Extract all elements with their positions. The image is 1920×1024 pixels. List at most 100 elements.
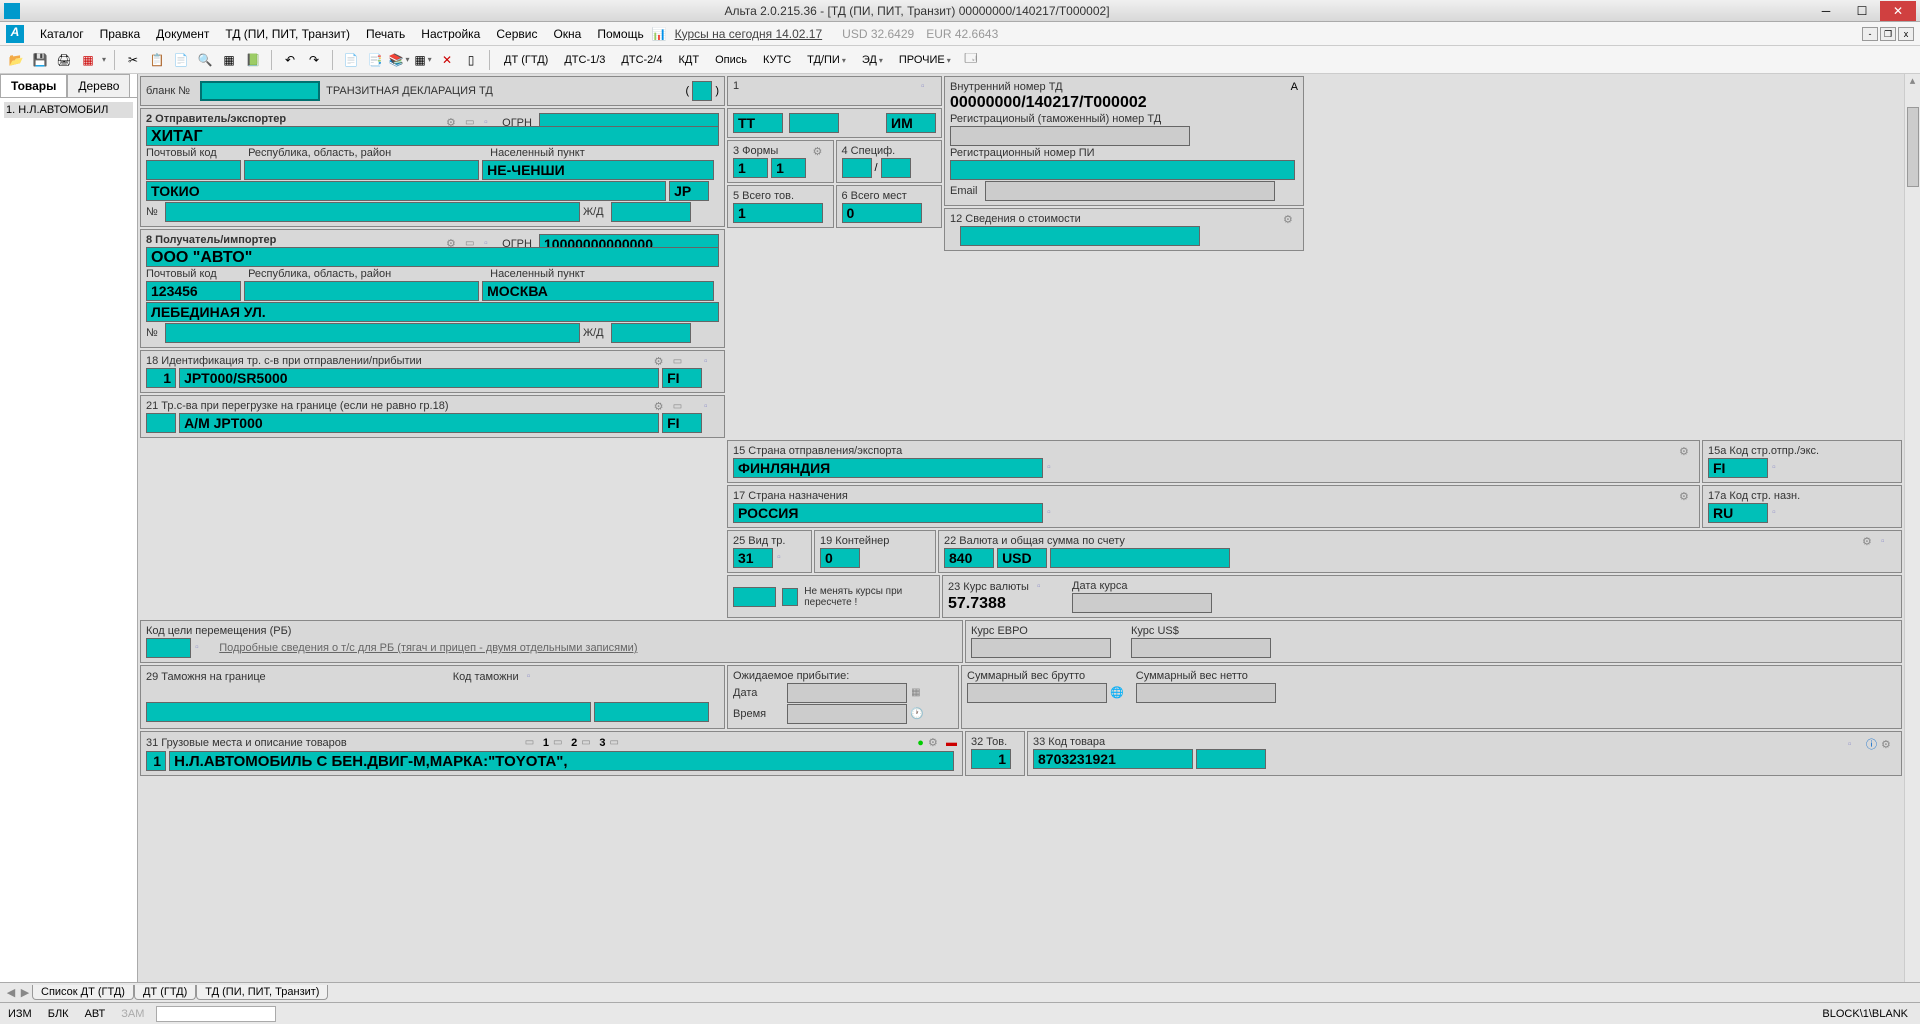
btn-kuts[interactable]: КУТС	[757, 54, 797, 66]
menu-catalog[interactable]: Каталог	[32, 27, 92, 41]
box4-a-field[interactable]	[842, 158, 872, 178]
reg-customs-field[interactable]	[950, 126, 1190, 146]
box15-val[interactable]: ФИНЛЯНДИЯ	[733, 458, 1043, 478]
calendar-icon[interactable]	[911, 686, 925, 700]
expected-date-field[interactable]	[787, 683, 907, 703]
btn-dts24[interactable]: ДТС-2/4	[615, 54, 668, 66]
box17a-val[interactable]: RU	[1708, 503, 1768, 523]
box25-val[interactable]: 31	[733, 548, 773, 568]
close-button[interactable]: ✕	[1880, 1, 1916, 21]
grid-icon[interactable]: ▦	[413, 50, 433, 70]
menu-windows[interactable]: Окна	[545, 27, 589, 41]
menu-help[interactable]: Помощь	[589, 27, 651, 41]
purpose-field[interactable]	[146, 638, 191, 658]
gear-icon[interactable]	[928, 736, 942, 750]
rate-date-field[interactable]	[1072, 593, 1212, 613]
rates-icon[interactable]: 📊	[652, 27, 667, 41]
menu-document[interactable]: Документ	[148, 27, 217, 41]
stack-icon[interactable]: ▯	[461, 50, 481, 70]
info-icon[interactable]: ⓘ	[1866, 739, 1877, 751]
btn-dt[interactable]: ДТ (ГТД)	[498, 54, 554, 66]
scrollbar-thumb[interactable]	[1907, 107, 1919, 187]
menu-service[interactable]: Сервис	[488, 27, 545, 41]
mdi-restore-button[interactable]: ❐	[1880, 27, 1896, 41]
box1-tt[interactable]: ТТ	[733, 113, 783, 133]
status-green-icon[interactable]: ●	[917, 737, 924, 749]
paste-icon[interactable]: 📄	[171, 50, 191, 70]
gear-icon[interactable]	[1881, 738, 1895, 752]
sender-region-field[interactable]	[244, 160, 479, 180]
rate-usd-field[interactable]	[1131, 638, 1271, 658]
box4-b-field[interactable]	[881, 158, 911, 178]
decl-paren-field[interactable]	[692, 81, 712, 101]
box15a-val[interactable]: FI	[1708, 458, 1768, 478]
redo-icon[interactable]: ↷	[304, 50, 324, 70]
box21-count-field[interactable]	[146, 413, 176, 433]
flag-icon[interactable]	[1772, 461, 1786, 475]
page-icon[interactable]	[673, 400, 687, 414]
box32-val[interactable]: 1	[971, 749, 1011, 769]
sender-num-field[interactable]	[165, 202, 580, 222]
flag-icon[interactable]	[527, 670, 541, 684]
box33-val[interactable]: 8703231921	[1033, 749, 1193, 769]
gear-icon[interactable]	[654, 355, 668, 369]
cut-icon[interactable]: ✂	[123, 50, 143, 70]
flag-icon[interactable]	[777, 551, 791, 565]
flag-icon[interactable]	[1772, 506, 1786, 520]
flag-icon[interactable]	[1848, 738, 1862, 752]
box29-code-field[interactable]	[594, 702, 709, 722]
recv-street[interactable]: ЛЕБЕДИНАЯ УЛ.	[146, 302, 719, 322]
recv-zhd-field[interactable]	[611, 323, 691, 343]
sender-postal-field[interactable]	[146, 160, 241, 180]
table-icon[interactable]: ▦	[219, 50, 239, 70]
gear-icon[interactable]	[1679, 490, 1693, 504]
btn-kdt[interactable]: КДТ	[672, 54, 705, 66]
maximize-button[interactable]: ☐	[1844, 1, 1880, 21]
btab-td[interactable]: ТД (ПИ, ПИТ, Транзит)	[196, 985, 328, 1000]
save-icon[interactable]: 💾	[30, 50, 50, 70]
menu-edit[interactable]: Правка	[92, 27, 149, 41]
menu-settings[interactable]: Настройка	[413, 27, 488, 41]
flag-icon[interactable]	[1047, 461, 1061, 475]
rate-eur-field[interactable]	[971, 638, 1111, 658]
blank-field[interactable]	[200, 81, 320, 101]
flag-icon[interactable]	[704, 355, 718, 369]
gear-icon[interactable]	[1679, 445, 1693, 459]
page-icon[interactable]	[610, 736, 624, 750]
multi-doc-icon[interactable]: 📚	[389, 50, 409, 70]
recv-num-field[interactable]	[165, 323, 580, 343]
reg-pi-field[interactable]	[950, 160, 1295, 180]
box29-name-field[interactable]	[146, 702, 591, 722]
mdi-min-button[interactable]: -	[1862, 27, 1878, 41]
page-icon[interactable]	[553, 736, 567, 750]
scroll-right-button[interactable]: ▶	[18, 986, 32, 999]
box18-cc[interactable]: FI	[662, 368, 702, 388]
box22-name[interactable]: USD	[997, 548, 1047, 568]
vertical-scrollbar[interactable]: ▴	[1904, 74, 1920, 982]
box17-val[interactable]: РОССИЯ	[733, 503, 1043, 523]
minimize-button[interactable]: ─	[1808, 1, 1844, 21]
expected-time-field[interactable]	[787, 704, 907, 724]
purpose-link[interactable]: Подробные сведения о т/с для РБ (тягач и…	[219, 642, 637, 654]
net-field[interactable]	[1136, 683, 1276, 703]
undo-icon[interactable]: ↶	[280, 50, 300, 70]
book-icon[interactable]: 📗	[243, 50, 263, 70]
clock-icon[interactable]: 🕐	[910, 708, 924, 720]
no-change-checkbox[interactable]	[782, 588, 799, 606]
sender-postal-val[interactable]: ТОКИО	[146, 181, 666, 201]
menu-td[interactable]: ТД (ПИ, ПИТ, Транзит)	[217, 27, 358, 41]
box22-sum-field[interactable]	[1050, 548, 1230, 568]
sender-country[interactable]: JP	[669, 181, 709, 201]
open-icon[interactable]: 📂	[6, 50, 26, 70]
gear-icon[interactable]	[654, 400, 668, 414]
window-icon[interactable]: 🗔	[961, 50, 981, 70]
sender-city[interactable]: НЕ-ЧЕНШИ	[482, 160, 714, 180]
box33-extra-field[interactable]	[1196, 749, 1266, 769]
box21-cc[interactable]: FI	[662, 413, 702, 433]
box31-num[interactable]: 1	[146, 751, 166, 771]
copy-doc-icon[interactable]: 📑	[365, 50, 385, 70]
recv-postal[interactable]: 123456	[146, 281, 241, 301]
mdi-close-button[interactable]: x	[1898, 27, 1914, 41]
gross-field[interactable]	[967, 683, 1107, 703]
box3-b[interactable]: 1	[771, 158, 806, 178]
